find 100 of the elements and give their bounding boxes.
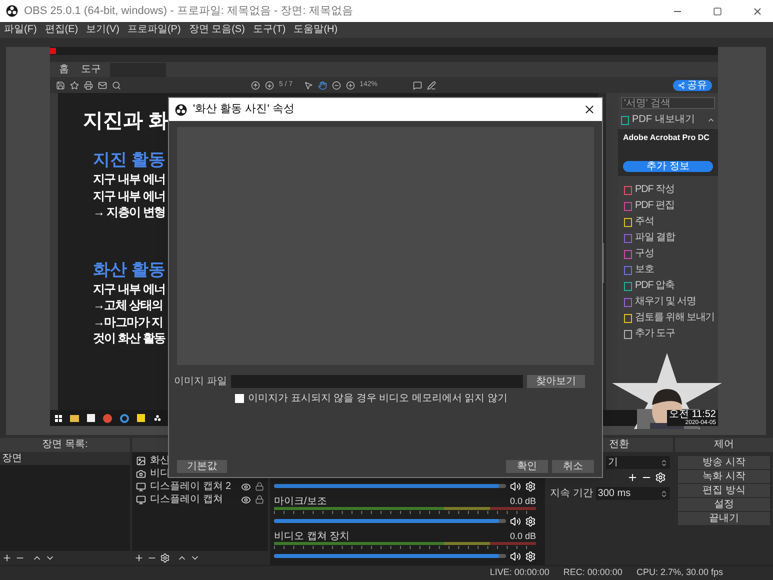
slide-line: 지구 내부 에너 xyxy=(93,188,166,204)
updown-icon[interactable] xyxy=(660,458,668,466)
share-button[interactable]: 공유 xyxy=(673,80,712,90)
file-path-field[interactable] xyxy=(231,374,523,388)
tool-label[interactable]: 검토를 위해 보내기 xyxy=(635,312,715,324)
eye-icon[interactable] xyxy=(241,494,251,504)
control-button[interactable]: 끝내기 xyxy=(678,512,770,525)
menu-item[interactable]: 보기(V) xyxy=(86,24,120,36)
ok-button[interactable]: 확인 xyxy=(506,460,548,473)
slide-line: 지구 내부 에너 xyxy=(93,171,166,188)
status-text: REC: 00:00:00 xyxy=(563,566,622,580)
speaker-icon[interactable] xyxy=(510,550,521,562)
status-text: LIVE: 00:00:00 xyxy=(490,566,550,580)
checkbox-label[interactable]: 이미지가 표시되지 않을 경우 비디오 메모리에서 읽지 않기 xyxy=(248,390,508,406)
dock-title: 장면 목록: xyxy=(42,439,88,451)
add-icon[interactable] xyxy=(2,553,12,563)
control-button[interactable]: 녹화 시작 xyxy=(678,470,770,483)
monitor-icon xyxy=(136,494,146,504)
slide-title: 지진과 화 xyxy=(83,109,169,133)
comment-icon[interactable] xyxy=(412,80,422,90)
next-page-icon[interactable] xyxy=(265,80,274,90)
scene-item[interactable]: 장면 xyxy=(0,452,130,465)
hand-icon[interactable] xyxy=(318,80,327,90)
search-field[interactable]: '서명' 검색 xyxy=(621,97,715,109)
updown-icon[interactable] xyxy=(660,490,668,498)
tool-label[interactable]: PDF 압축 xyxy=(635,280,674,292)
status-text: CPU: 2.7%, 30.00 fps xyxy=(636,566,723,580)
tool-label[interactable]: 구성 xyxy=(635,248,654,260)
tool-label[interactable]: 추가 도구 xyxy=(635,328,675,340)
dock-title: 제어 xyxy=(714,439,734,451)
save-icon[interactable] xyxy=(56,80,65,90)
menu-item[interactable]: 편집(E) xyxy=(44,24,78,36)
pointer-icon[interactable] xyxy=(304,80,313,90)
maximize-icon[interactable] xyxy=(713,6,722,16)
close-icon[interactable] xyxy=(752,6,763,16)
zoom-in-icon[interactable] xyxy=(346,80,355,90)
tool-label[interactable]: 보호 xyxy=(635,264,654,276)
tool-label[interactable]: PDF 편집 xyxy=(635,200,674,212)
tool-label[interactable]: PDF 내보내기 xyxy=(632,114,704,126)
app-icon xyxy=(50,48,56,54)
slide-line: →고체 상태의 xyxy=(93,297,163,314)
browse-button[interactable]: 찾아보기 xyxy=(527,374,585,388)
more-info-button[interactable]: 추가 정보 xyxy=(623,161,713,172)
zoom-out-icon[interactable] xyxy=(332,80,341,90)
collapse-icon[interactable] xyxy=(707,116,715,124)
obs-logo-icon xyxy=(6,5,18,17)
tool-label[interactable]: 파일 결합 xyxy=(635,232,675,244)
mail-icon[interactable] xyxy=(98,80,107,90)
document-tab[interactable]: 홈 xyxy=(56,63,72,77)
checkbox[interactable] xyxy=(235,394,244,402)
menu-item[interactable]: 프로파일(P) xyxy=(127,24,181,36)
tool-label[interactable]: PDF 작성 xyxy=(635,184,674,196)
menu-item[interactable]: 파일(F) xyxy=(4,24,37,36)
source-item[interactable]: 디스플레이 캡쳐 xyxy=(150,493,237,506)
add-icon[interactable] xyxy=(627,472,638,483)
lock-icon[interactable] xyxy=(255,482,264,491)
source-item[interactable]: 디스플레이 캡쳐 2 xyxy=(150,480,237,493)
control-button[interactable]: 편집 방식 xyxy=(678,484,770,497)
track-name: 마이크/보조 xyxy=(274,496,327,507)
speaker-icon[interactable] xyxy=(510,516,521,526)
clock-time: 오전 11:52 xyxy=(668,410,716,420)
start-icon[interactable] xyxy=(55,414,62,422)
duration-field[interactable]: 300 ms xyxy=(596,487,670,500)
section-heading: 지진 활동 xyxy=(93,149,166,171)
tool-label[interactable]: 주석 xyxy=(635,216,654,228)
section-heading: 화산 활동 xyxy=(93,258,166,280)
menu-item[interactable]: 장면 모음(S) xyxy=(188,24,245,36)
add-icon[interactable] xyxy=(134,553,144,563)
transition-dropdown[interactable]: 기 xyxy=(606,456,670,469)
camera-icon xyxy=(136,468,146,478)
slide-line: 지구 내부 에너 xyxy=(93,280,166,297)
search-icon[interactable] xyxy=(112,80,121,90)
menu-item[interactable]: 도구(T) xyxy=(252,24,286,36)
monitor-icon xyxy=(136,482,146,492)
tool-icon xyxy=(621,116,629,124)
document-tab[interactable]: 도구 xyxy=(78,63,104,77)
control-button[interactable]: 방송 시작 xyxy=(678,456,770,469)
eye-icon[interactable] xyxy=(241,482,251,492)
image-icon xyxy=(136,456,146,466)
control-button[interactable]: 설정 xyxy=(678,498,770,511)
settings-icon[interactable] xyxy=(160,553,170,563)
promo-title: Adobe Acrobat Pro DC xyxy=(623,133,710,143)
print-icon[interactable] xyxy=(84,80,93,90)
track-level: 0.0 dB xyxy=(510,531,536,542)
window-title: OBS 25.0.1 (64-bit, windows) - 프로파일: 제목없음 - 장면: 제목없음 xyxy=(24,4,354,19)
slide-line: 것이 화산 활동 xyxy=(93,330,166,346)
tool-label[interactable]: 채우기 및 서명 xyxy=(635,296,696,308)
dialog-title: '화산 활동 사진' 속성 xyxy=(193,102,296,118)
defaults-button[interactable]: 기본값 xyxy=(177,460,227,473)
menu-item[interactable]: 도움말(H) xyxy=(294,24,338,36)
close-icon[interactable] xyxy=(583,103,596,116)
previous-page-icon[interactable] xyxy=(251,80,260,90)
lock-icon[interactable] xyxy=(255,495,264,504)
duration-label: 지속 기간 xyxy=(550,487,593,501)
cancel-button[interactable]: 취소 xyxy=(552,460,594,473)
pen-icon[interactable] xyxy=(426,80,436,90)
speaker-icon[interactable] xyxy=(510,480,521,492)
dock-title: 전환 xyxy=(609,439,629,451)
obs-logo-icon xyxy=(153,414,162,422)
star-icon[interactable] xyxy=(70,80,79,90)
